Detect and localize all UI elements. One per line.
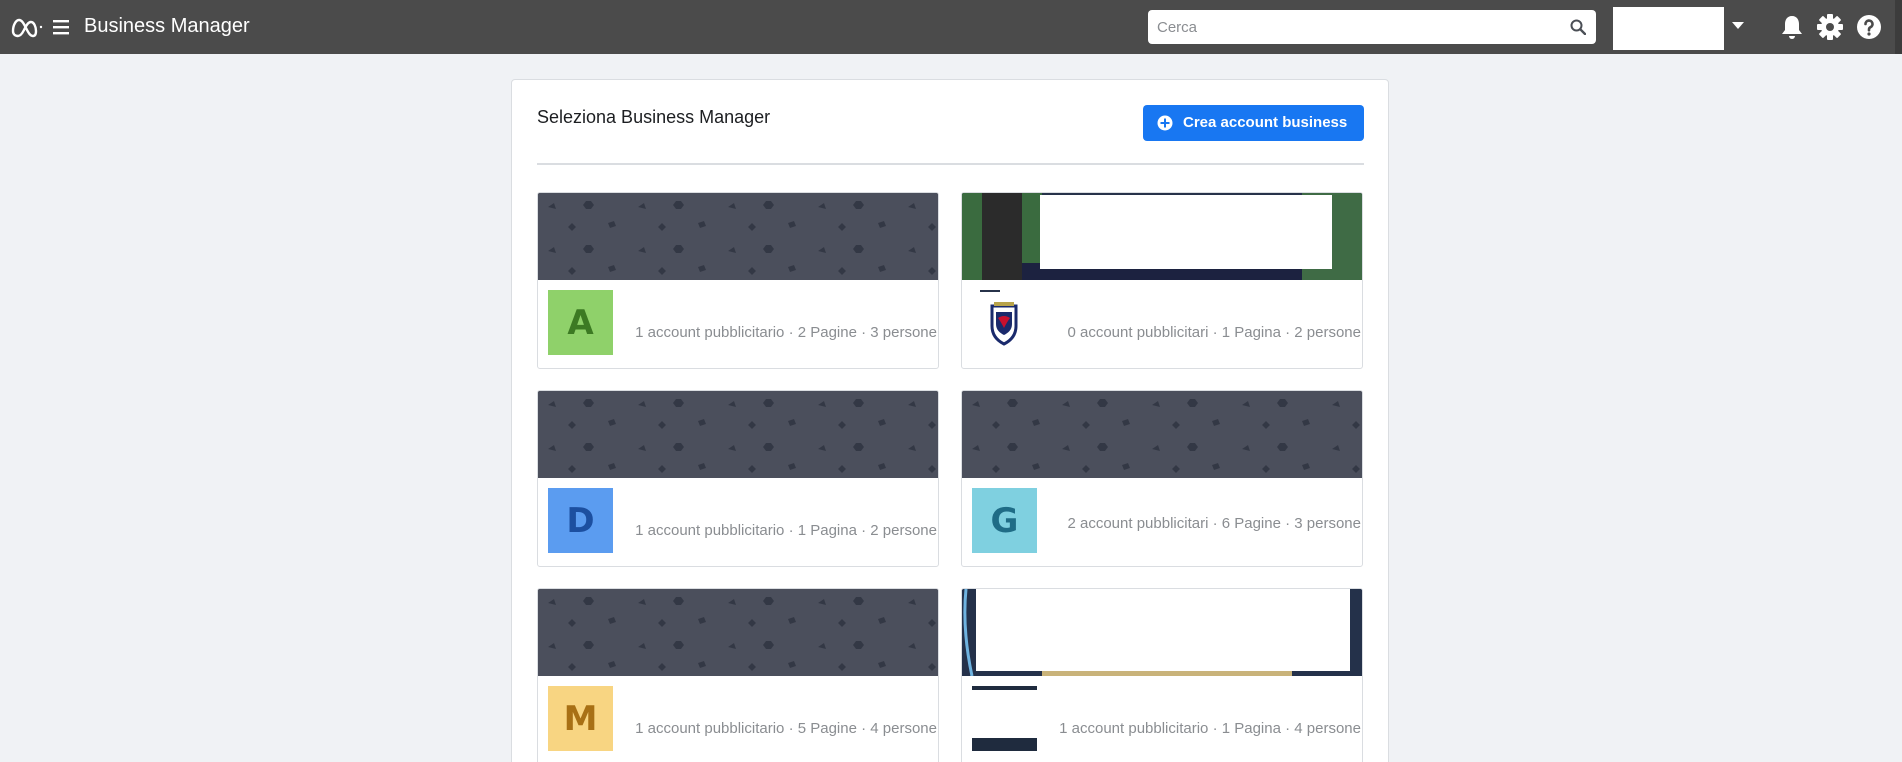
redacted-area [976, 589, 1350, 671]
cover-pattern [962, 391, 1362, 478]
gear-icon[interactable] [1816, 13, 1844, 41]
cover-pattern [538, 589, 938, 676]
app-title: Business Manager [84, 15, 250, 37]
avatar: A [548, 290, 613, 355]
card-stats: 1 account pubblicitario · 1 Pagina · 2 p… [635, 522, 937, 539]
avatar: D [548, 488, 613, 553]
plus-circle-icon [1157, 115, 1173, 131]
business-card-g[interactable]: G 2 account pubblicitari · 6 Pagine · 3 … [961, 390, 1363, 567]
window-edge [1895, 0, 1902, 54]
card-stats: 0 account pubblicitari · 1 Pagina · 2 pe… [1067, 324, 1361, 341]
card-stats: 1 account pubblicitario · 5 Pagine · 4 p… [635, 720, 937, 737]
divider [537, 163, 1364, 165]
search-input[interactable] [1148, 10, 1558, 44]
avatar: G [972, 488, 1037, 553]
cover-pattern [538, 391, 938, 478]
avatar: M [548, 686, 613, 751]
business-card-d[interactable]: D 1 account pubblicitario · 1 Pagina · 2… [537, 390, 939, 567]
business-card-photo[interactable]: 1 account pubblicitario · 1 Pagina · 4 p… [961, 588, 1363, 762]
panel-title: Seleziona Business Manager [537, 107, 771, 127]
card-stats: 1 account pubblicitario · 2 Pagine · 3 p… [635, 324, 937, 341]
club-crest-logo [972, 290, 1037, 355]
chevron-down-icon[interactable] [1731, 18, 1745, 32]
business-card-club[interactable]: 0 account pubblicitari · 1 Pagina · 2 pe… [961, 192, 1363, 369]
bell-icon[interactable] [1780, 14, 1804, 40]
cover-photo [962, 193, 1362, 280]
top-bar: Business Manager [0, 0, 1902, 54]
business-card-m[interactable]: M 1 account pubblicitario · 5 Pagine · 4… [537, 588, 939, 762]
create-button-label: Crea account business [1183, 114, 1348, 131]
business-selector-panel: Seleziona Business Manager Crea account … [511, 79, 1389, 762]
cover-photo [962, 589, 1362, 676]
card-stats: 2 account pubblicitari · 6 Pagine · 3 pe… [1067, 515, 1361, 532]
business-card-a[interactable]: A 1 account pubblicitario · 2 Pagine · 3… [537, 192, 939, 369]
redacted-area [1040, 195, 1332, 269]
photo-avatar [972, 686, 1037, 751]
card-stats: 1 account pubblicitario · 1 Pagina · 4 p… [1059, 720, 1361, 737]
search-icon[interactable] [1570, 19, 1586, 35]
search-box [1148, 10, 1596, 44]
help-icon[interactable] [1856, 14, 1882, 40]
create-business-account-button[interactable]: Crea account business [1143, 105, 1364, 141]
cover-pattern [538, 193, 938, 280]
meta-logo-icon[interactable] [10, 16, 44, 38]
account-selector[interactable] [1613, 7, 1724, 50]
menu-icon[interactable] [52, 18, 70, 36]
